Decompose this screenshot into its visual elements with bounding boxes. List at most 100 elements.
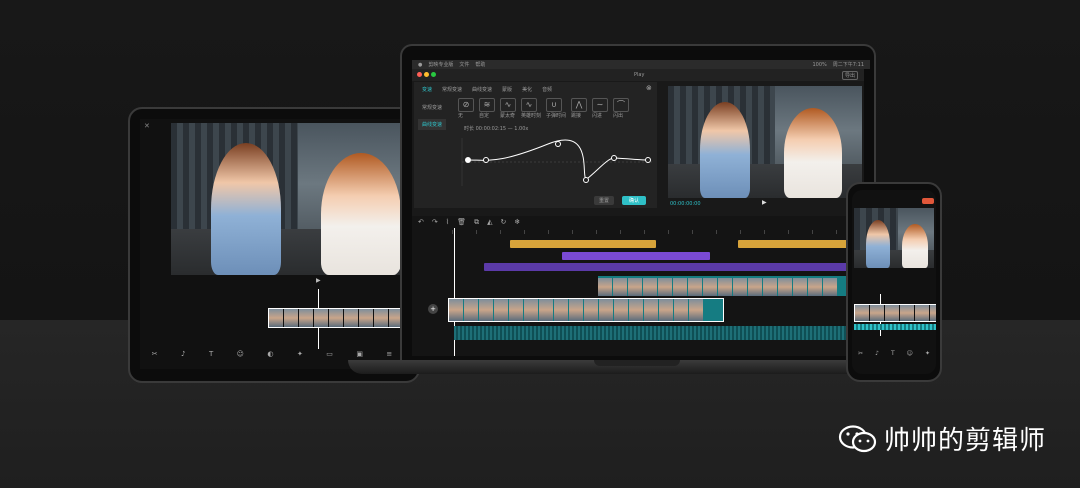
export-button[interactable]: 导出 bbox=[842, 71, 859, 80]
phone-device: ✂ ♪ T ☺ ✦ bbox=[846, 182, 942, 382]
ratio-icon[interactable]: ▭ bbox=[326, 350, 333, 358]
mirror-icon[interactable]: ◭ bbox=[487, 218, 492, 227]
tablet-video-strip[interactable] bbox=[268, 308, 406, 328]
curve-point bbox=[583, 177, 589, 183]
delete-icon[interactable]: 🗑 bbox=[457, 218, 466, 227]
laptop-screen: ● 剪映专业版 文件 帮助 100% 周二下午7:11 Play 导出 变速 常… bbox=[412, 60, 870, 356]
audio-icon[interactable]: ♪ bbox=[181, 350, 185, 358]
menubar-item-help[interactable]: 帮助 bbox=[475, 61, 485, 68]
tablet-toolbar: ✂ ♪ T ☺ ◐ ✦ ▭ ▣ ≡ bbox=[140, 350, 404, 358]
preset-bullet[interactable]: ∪ 子弹时间 bbox=[546, 98, 566, 119]
filter-clip[interactable] bbox=[484, 263, 850, 271]
curve-point bbox=[645, 157, 651, 163]
menubar-item-file[interactable]: 文件 bbox=[459, 61, 469, 68]
side-tab-normal[interactable]: 常规变速 bbox=[422, 104, 442, 111]
reset-button[interactable]: 重置 bbox=[594, 196, 615, 205]
preset-hero[interactable]: ∿ 英雄时刻 bbox=[521, 98, 541, 119]
menubar-clock: 周二下午7:11 bbox=[832, 62, 864, 68]
panel-tabs: 变速 常规变速 曲线变速 蒙版 美化 音频 bbox=[422, 86, 552, 93]
tab-speed[interactable]: 变速 bbox=[422, 86, 432, 93]
text-clip[interactable] bbox=[510, 240, 656, 248]
adjust-icon[interactable]: ≡ bbox=[386, 350, 392, 358]
preset-none[interactable]: ⊘ 无 bbox=[458, 98, 474, 119]
timeline: ↶ ↷ ⌇ 🗑 ⧉ ◭ ↻ ❄ + bbox=[412, 216, 864, 356]
effect-clip[interactable] bbox=[562, 252, 710, 260]
phone-audio-icon[interactable]: ♪ bbox=[875, 350, 879, 357]
curve-presets: ⊘ 无 ≋ 自定 ∿ 蒙太奇 ∿ 英雄时刻 ∪ 子弹时间 ⋀ 跳接 ∼ 闪进 ⌒ 闪出 bbox=[458, 98, 630, 119]
phone-screen: ✂ ♪ T ☺ ✦ bbox=[852, 190, 936, 374]
curve-point bbox=[555, 141, 561, 147]
phone-text-icon[interactable]: T bbox=[891, 350, 895, 357]
back-icon[interactable]: ✕ bbox=[144, 122, 150, 130]
phone-preview-image bbox=[854, 208, 934, 268]
freeze-icon[interactable]: ❄ bbox=[514, 218, 520, 227]
cut-icon[interactable]: ✂ bbox=[152, 350, 158, 358]
preset-montage[interactable]: ∿ 蒙太奇 bbox=[500, 98, 516, 119]
sticker-icon[interactable]: ☺ bbox=[237, 350, 244, 358]
curve-point bbox=[465, 157, 471, 163]
tab-mask[interactable]: 蒙版 bbox=[502, 86, 512, 93]
window-titlebar: Play 导出 bbox=[412, 69, 864, 81]
phone-audio-track[interactable] bbox=[854, 324, 936, 330]
tablet-screen: ✕ ▶ ✂ ♪ T ☺ ◐ ✦ ▭ ▣ ≡ bbox=[140, 119, 406, 369]
speed-panel: 变速 常规变速 曲线变速 蒙版 美化 音频 ⊗ 常规变速 曲线变速 ⊘ 无 ≋ 自定… bbox=[414, 82, 657, 208]
text-icon[interactable]: T bbox=[209, 350, 213, 358]
laptop-base bbox=[348, 360, 926, 374]
crop-icon[interactable]: ⧉ bbox=[474, 218, 479, 227]
preset-jump[interactable]: ⋀ 跳接 bbox=[571, 98, 588, 119]
close-window-icon[interactable] bbox=[417, 72, 422, 77]
tab-normal-speed[interactable]: 常规变速 bbox=[442, 86, 462, 93]
add-media-icon[interactable]: + bbox=[428, 304, 438, 314]
tab-audio[interactable]: 音频 bbox=[542, 86, 552, 93]
side-tab-curve[interactable]: 曲线变速 bbox=[418, 119, 447, 130]
speed-curve-graph[interactable] bbox=[458, 134, 658, 190]
curve-point bbox=[611, 155, 617, 161]
redo-icon[interactable]: ↷ bbox=[432, 218, 438, 227]
tab-curve-speed[interactable]: 曲线变速 bbox=[472, 86, 492, 93]
laptop-preview-image bbox=[668, 86, 862, 198]
confirm-button[interactable]: 确认 bbox=[622, 196, 647, 205]
watermark: 帅帅的剪辑师 bbox=[838, 420, 1046, 457]
rotate-icon[interactable]: ↻ bbox=[500, 218, 506, 227]
phone-effect-icon[interactable]: ✦ bbox=[925, 350, 930, 357]
tablet-preview-image bbox=[171, 123, 401, 275]
watermark-text: 帅帅的剪辑师 bbox=[884, 426, 1047, 456]
phone-sticker-icon[interactable]: ☺ bbox=[907, 350, 913, 357]
laptop-notch bbox=[594, 360, 680, 366]
preview-timecode: 00:00:00:00 bbox=[670, 201, 701, 207]
wechat-icon bbox=[838, 424, 877, 452]
apple-icon: ● bbox=[418, 61, 423, 68]
undo-icon[interactable]: ↶ bbox=[418, 218, 424, 227]
zoom-window-icon[interactable] bbox=[431, 72, 436, 77]
panel-close-icon[interactable]: ⊗ bbox=[646, 84, 652, 92]
split-icon[interactable]: ⌇ bbox=[446, 218, 449, 227]
filter-icon[interactable]: ◐ bbox=[267, 350, 273, 358]
curve-point bbox=[483, 157, 489, 163]
tab-beauty[interactable]: 美化 bbox=[522, 86, 532, 93]
phone-cut-icon[interactable]: ✂ bbox=[858, 350, 863, 357]
minimize-window-icon[interactable] bbox=[424, 72, 429, 77]
phone-toolbar: ✂ ♪ T ☺ ✦ bbox=[852, 350, 936, 357]
timeline-toolbar: ↶ ↷ ⌇ 🗑 ⧉ ◭ ↻ ❄ bbox=[418, 218, 520, 227]
phone-export-button[interactable] bbox=[922, 198, 934, 204]
preset-flash-in[interactable]: ∼ 闪进 bbox=[592, 98, 609, 119]
window-title: Play bbox=[634, 72, 645, 78]
preview-play-icon[interactable]: ▶ bbox=[762, 199, 767, 206]
text-clip[interactable] bbox=[738, 240, 848, 248]
overlay-video-clip[interactable] bbox=[598, 276, 850, 296]
preset-custom[interactable]: ≋ 自定 bbox=[479, 98, 495, 119]
main-video-clip[interactable] bbox=[448, 298, 724, 322]
phone-video-strip[interactable] bbox=[854, 304, 936, 322]
tablet-play-icon[interactable]: ▶ bbox=[316, 277, 321, 284]
audio-track[interactable] bbox=[454, 326, 850, 340]
menubar-battery: 100% bbox=[812, 61, 827, 68]
menubar-app-name[interactable]: 剪映专业版 bbox=[428, 61, 453, 68]
mac-menubar: ● 剪映专业版 文件 帮助 100% 周二下午7:11 bbox=[412, 60, 870, 69]
preset-flash-out[interactable]: ⌒ 闪出 bbox=[613, 98, 630, 119]
effect-icon[interactable]: ✦ bbox=[297, 350, 303, 358]
canvas-icon[interactable]: ▣ bbox=[356, 350, 363, 358]
tablet-device: ✕ ▶ ✂ ♪ T ☺ ◐ ✦ ▭ ▣ ≡ bbox=[128, 107, 420, 383]
curve-info: 时长 00:00:02:15 — 1.00x bbox=[464, 126, 529, 132]
timeline-ruler bbox=[452, 230, 852, 234]
laptop-device: ● 剪映专业版 文件 帮助 100% 周二下午7:11 Play 导出 变速 常… bbox=[400, 44, 876, 362]
